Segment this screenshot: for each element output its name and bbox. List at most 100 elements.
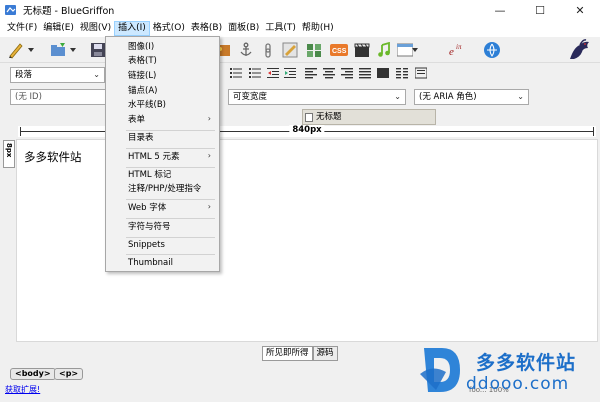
ordered-list-icon[interactable]	[249, 67, 261, 79]
insert-html-markup-item[interactable]: HTML 标记	[128, 170, 171, 181]
svg-text:CSS: CSS	[332, 48, 347, 55]
width-select[interactable]: 可变宽度 ⌄	[228, 89, 406, 105]
id-select-value: (无 ID)	[15, 92, 42, 102]
menu-separator	[126, 218, 215, 219]
menu-separator	[126, 167, 215, 168]
insert-thumbnail-item[interactable]: Thumbnail	[128, 258, 173, 269]
griffon-logo-icon	[566, 39, 592, 61]
get-extensions-link[interactable]: 获取扩展!	[5, 384, 40, 395]
editor-paragraph[interactable]: 多多软件站	[24, 149, 82, 165]
menu-insert[interactable]: 插入(I)	[114, 21, 150, 36]
menu-tools[interactable]: 工具(T)	[262, 21, 299, 36]
insert-webfont-item[interactable]: Web 字体	[128, 203, 166, 214]
insert-comment-item[interactable]: 注释/PHP/处理指令	[128, 184, 201, 195]
title-bar: 无标题 - BlueGriffon — ☐ ✕	[0, 0, 600, 20]
document-tab[interactable]: 无标题	[302, 109, 436, 125]
minimize-button[interactable]: —	[480, 0, 520, 20]
insert-form-item[interactable]: 表单	[128, 115, 145, 126]
menu-format[interactable]: 格式(O)	[150, 21, 188, 36]
video-icon[interactable]	[352, 40, 372, 60]
indent-icon[interactable]	[284, 67, 296, 79]
insert-image-item[interactable]: 图像(I)	[128, 42, 154, 53]
link-icon[interactable]	[258, 40, 278, 60]
breadcrumb-body[interactable]: <body>	[10, 368, 56, 380]
maximize-button[interactable]: ☐	[520, 0, 560, 20]
svg-text:e: e	[449, 46, 454, 58]
watermark-url: ddooo.com	[466, 374, 570, 394]
insert-html5-item[interactable]: HTML 5 元素	[128, 152, 179, 163]
ruler-tick-right	[593, 127, 594, 136]
wysiwyg-view-button[interactable]: 所见即所得	[262, 346, 313, 361]
view-mode-toggle: 所见即所得 源码	[262, 346, 338, 361]
unordered-list-icon[interactable]	[230, 67, 242, 79]
bluegriffon-app-icon	[5, 5, 16, 15]
align-justify-icon[interactable]	[359, 67, 371, 79]
menu-separator	[126, 130, 215, 131]
menu-edit[interactable]: 编辑(E)	[40, 21, 77, 36]
width-select-value: 可变宽度	[233, 92, 268, 102]
watermark-logo-icon	[420, 348, 460, 392]
main-toolbar: CSS e iπ	[0, 37, 600, 63]
chevron-down-icon[interactable]	[69, 40, 77, 60]
chevron-down-icon: ⌄	[517, 92, 524, 101]
insert-characters-item[interactable]: 字符与符号	[128, 222, 171, 233]
paragraph-format-select[interactable]: 段落 ⌄	[10, 67, 105, 83]
block-icon[interactable]	[377, 67, 389, 79]
watermark-site-name: 多多软件站	[476, 352, 577, 374]
new-document-icon[interactable]	[6, 40, 26, 60]
menu-separator	[126, 237, 215, 238]
insert-table-item[interactable]: 表格(T)	[128, 56, 157, 67]
align-right-icon[interactable]	[341, 67, 353, 79]
chevron-down-icon: ⌄	[93, 70, 100, 79]
aria-role-select[interactable]: (无 ARIA 角色) ⌄	[414, 89, 529, 105]
menu-table[interactable]: 表格(B)	[188, 21, 225, 36]
vertical-ruler-label: 8px	[5, 143, 13, 158]
menu-view[interactable]: 视图(V)	[77, 21, 114, 36]
math-icon[interactable]: e iπ	[447, 40, 467, 60]
menu-help[interactable]: 帮助(H)	[299, 21, 337, 36]
window-title: 无标题 - BlueGriffon	[23, 6, 115, 17]
paragraph-format-value: 段落	[15, 70, 33, 80]
chevron-down-icon[interactable]	[411, 40, 419, 60]
insert-hr-item[interactable]: 水平线(B)	[128, 100, 166, 111]
menu-separator	[126, 199, 215, 200]
audio-icon[interactable]	[374, 40, 394, 60]
menu-file[interactable]: 文件(F)	[4, 21, 40, 36]
css-icon[interactable]: CSS	[329, 40, 349, 60]
columns-icon[interactable]	[396, 67, 408, 79]
breadcrumb-p[interactable]: <p>	[54, 368, 84, 380]
close-button[interactable]: ✕	[560, 0, 600, 20]
insert-link-item[interactable]: 链接(L)	[128, 71, 156, 82]
preview-globe-icon[interactable]	[482, 40, 502, 60]
editor-canvas[interactable]: 多多软件站	[16, 139, 598, 342]
menu-panels[interactable]: 面板(B)	[225, 21, 262, 36]
insert-menu-dropdown: 图像(I) 表格(T) 链接(L) 锚点(A) 水平线(B) 表单 › 目录表 …	[105, 36, 220, 272]
blockquote-icon[interactable]	[415, 67, 427, 79]
insert-toc-item[interactable]: 目录表	[128, 133, 154, 144]
open-file-icon[interactable]	[48, 40, 68, 60]
submenu-arrow-icon: ›	[207, 202, 211, 211]
edit-image-icon[interactable]	[280, 40, 300, 60]
outdent-icon[interactable]	[267, 67, 279, 79]
vertical-ruler: 8px	[3, 140, 15, 168]
align-left-icon[interactable]	[305, 67, 317, 79]
aria-role-select-value: (无 ARIA 角色)	[419, 92, 477, 102]
ruler-width-label: 840px	[289, 125, 325, 135]
insert-snippets-item[interactable]: Snippets	[128, 240, 165, 251]
insert-anchor-item[interactable]: 锚点(A)	[128, 86, 157, 97]
submenu-arrow-icon: ›	[207, 114, 211, 123]
document-icon	[305, 112, 313, 122]
id-select[interactable]: (无 ID)	[10, 89, 110, 105]
submenu-arrow-icon: ›	[207, 151, 211, 160]
document-tab-bar: 无标题	[0, 109, 600, 125]
chevron-down-icon: ⌄	[394, 92, 401, 101]
table-icon[interactable]	[304, 40, 324, 60]
document-tab-label: 无标题	[316, 112, 342, 122]
chevron-down-icon[interactable]	[27, 40, 35, 60]
anchor-icon[interactable]	[236, 40, 256, 60]
source-view-button[interactable]: 源码	[312, 346, 338, 361]
ruler-tick-left	[20, 127, 21, 136]
menu-separator	[126, 254, 215, 255]
align-center-icon[interactable]	[323, 67, 335, 79]
menu-separator	[126, 148, 215, 149]
